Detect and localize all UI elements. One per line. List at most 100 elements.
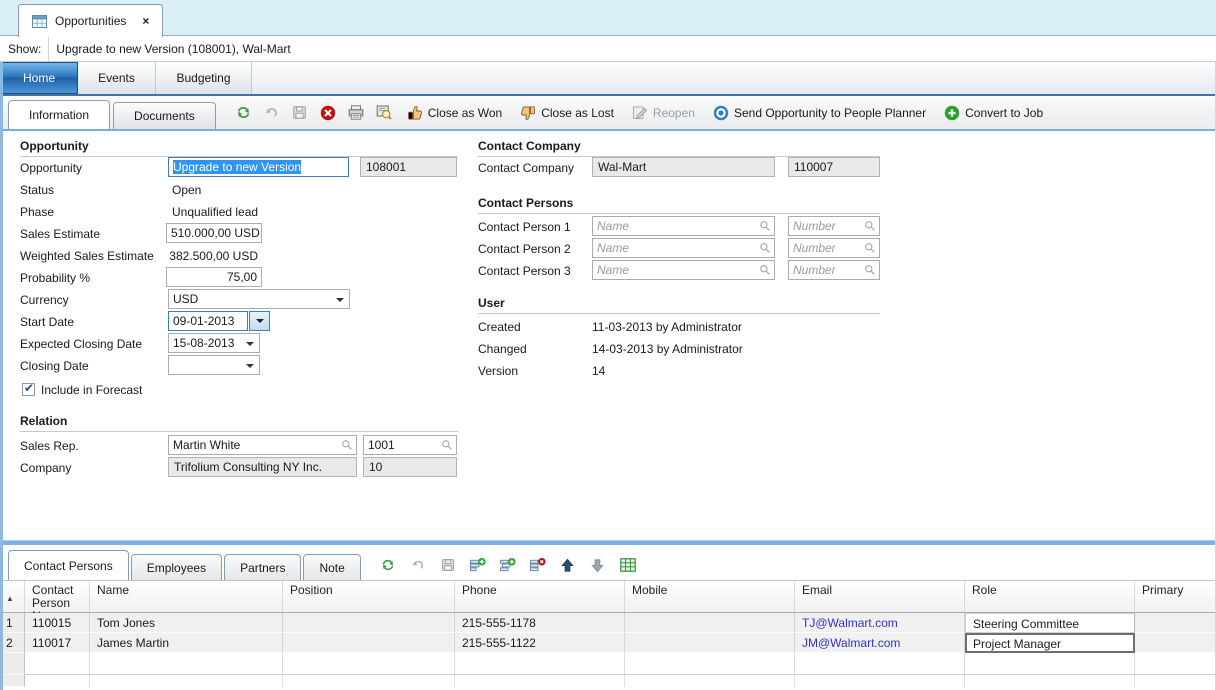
refresh-icon (236, 105, 251, 120)
currency-select[interactable]: USD (168, 289, 350, 309)
column-header-primary[interactable]: Primary (1135, 581, 1216, 612)
contact-person-3-number-field[interactable] (793, 263, 864, 277)
grid-save-button[interactable] (435, 553, 461, 577)
cell-role[interactable] (965, 653, 1135, 675)
insert-row-button[interactable] (495, 553, 521, 577)
table-row[interactable]: 1 110015 Tom Jones 215-555-1178 TJ@Walma… (0, 613, 1216, 633)
contact-person-1-name-field[interactable] (597, 219, 759, 233)
column-header-email[interactable]: Email (795, 581, 965, 612)
table-row-empty[interactable] (0, 653, 1216, 675)
contact-person-2-number-field[interactable] (793, 241, 864, 255)
move-row-up-button[interactable] (555, 553, 581, 577)
document-tab-opportunities[interactable]: Opportunities × (18, 4, 163, 37)
column-header-phone[interactable]: Phone (455, 581, 625, 612)
weighted-sales-estimate-label: Weighted Sales Estimate (20, 246, 154, 266)
opportunity-input[interactable]: Upgrade to new Version (168, 157, 349, 177)
cell-phone[interactable]: 215-555-1122 (455, 633, 625, 653)
cell-primary[interactable] (1135, 653, 1216, 675)
show-selector[interactable]: Upgrade to new Version (108001), Wal-Mar… (48, 37, 1216, 61)
bottom-tab-note[interactable]: Note (303, 554, 360, 580)
column-header-contact-person-no[interactable]: Contact Person No. (25, 581, 90, 612)
cell-email-link[interactable]: TJ@Walmart.com (795, 613, 965, 633)
send-to-people-planner-button[interactable]: Send Opportunity to People Planner (705, 101, 934, 125)
ribbon-tab-home[interactable]: Home (0, 62, 78, 94)
cell-phone[interactable] (455, 653, 625, 675)
table-view-button[interactable] (615, 553, 641, 577)
start-date-dropdown-button[interactable] (249, 311, 270, 331)
view-tab-documents[interactable]: Documents (113, 102, 216, 129)
include-in-forecast-checkbox[interactable] (22, 383, 35, 396)
delete-icon (320, 105, 336, 121)
cell-phone[interactable]: 215-555-1178 (455, 613, 625, 633)
print-preview-button[interactable] (371, 101, 397, 125)
sort-ascending-icon[interactable] (0, 581, 25, 612)
cell-name[interactable]: James Martin (90, 633, 283, 653)
expected-closing-date-input[interactable]: 15-08-2013 (168, 333, 260, 353)
cell-name[interactable]: Tom Jones (90, 613, 283, 633)
close-icon[interactable]: × (142, 14, 149, 28)
start-date-input[interactable]: 09-01-2013 (168, 311, 248, 331)
sales-rep-number-input[interactable]: 1001 (363, 435, 457, 455)
bottom-tab-employees[interactable]: Employees (131, 554, 222, 580)
ribbon-tab-events[interactable]: Events (78, 62, 156, 94)
table-row[interactable]: 2 110017 James Martin 215-555-1122 JM@Wa… (0, 633, 1216, 653)
save-button[interactable] (287, 101, 313, 125)
print-preview-icon (376, 105, 392, 120)
column-header-mobile[interactable]: Mobile (625, 581, 795, 612)
cell-role[interactable]: Steering Committee (965, 613, 1135, 633)
cell-position[interactable] (283, 653, 455, 675)
column-header-position[interactable]: Position (283, 581, 455, 612)
expected-closing-date-label: Expected Closing Date (20, 334, 142, 354)
cell-primary[interactable] (1135, 613, 1216, 633)
sales-estimate-input[interactable]: 510.000,00 USD (166, 223, 262, 243)
created-label: Created (478, 317, 521, 337)
cell-mobile[interactable] (625, 613, 795, 633)
column-header-role[interactable]: Role (965, 581, 1135, 612)
contact-person-3-name-input[interactable] (592, 260, 775, 280)
contact-person-2-name-field[interactable] (597, 241, 759, 255)
cell-email[interactable] (795, 653, 965, 675)
cell-email-link[interactable]: JM@Walmart.com (795, 633, 965, 653)
contact-person-3-number-input[interactable] (788, 260, 880, 280)
view-tab-information[interactable]: Information (8, 100, 110, 129)
bottom-tab-contact-persons[interactable]: Contact Persons (8, 550, 129, 580)
cell-contact-person-no[interactable]: 110017 (25, 633, 90, 653)
refresh-button[interactable] (231, 101, 257, 125)
reopen-button[interactable]: Reopen (624, 101, 703, 125)
convert-to-job-button[interactable]: Convert to Job (936, 101, 1051, 125)
delete-record-button[interactable] (315, 101, 341, 125)
close-as-won-button[interactable]: Close as Won (399, 101, 510, 125)
ribbon-tab-budgeting[interactable]: Budgeting (156, 62, 252, 94)
cell-position[interactable] (283, 613, 455, 633)
cell-mobile[interactable] (625, 653, 795, 675)
search-icon (759, 220, 771, 232)
closing-date-input[interactable] (168, 355, 260, 375)
print-button[interactable] (343, 101, 369, 125)
sales-rep-name-input[interactable]: Martin White (168, 435, 357, 455)
close-as-lost-button[interactable]: Close as Lost (512, 101, 622, 125)
cell-contact-person-no[interactable]: 110015 (25, 613, 90, 633)
contact-person-1-number-input[interactable] (788, 216, 880, 236)
bottom-tab-partners[interactable]: Partners (224, 554, 301, 580)
grid-refresh-button[interactable] (375, 553, 401, 577)
contact-person-1-name-input[interactable] (592, 216, 775, 236)
add-row-button[interactable] (465, 553, 491, 577)
contact-person-2-number-input[interactable] (788, 238, 880, 258)
cell-role-focused[interactable]: Project Manager (965, 633, 1135, 653)
cell-position[interactable] (283, 633, 455, 653)
contact-person-1-number-field[interactable] (793, 219, 864, 233)
cell-contact-person-no[interactable] (25, 653, 90, 675)
probability-input[interactable]: 75,00 (166, 267, 262, 287)
table-grid-icon (620, 558, 636, 572)
undo-button[interactable] (259, 101, 285, 125)
move-row-down-button[interactable] (585, 553, 611, 577)
delete-row-button[interactable] (525, 553, 551, 577)
grid-undo-button[interactable] (405, 553, 431, 577)
close-as-won-label: Close as Won (428, 106, 502, 120)
contact-person-3-name-field[interactable] (597, 263, 759, 277)
contact-person-2-name-input[interactable] (592, 238, 775, 258)
cell-mobile[interactable] (625, 633, 795, 653)
cell-name[interactable] (90, 653, 283, 675)
column-header-name[interactable]: Name (90, 581, 283, 612)
cell-primary[interactable] (1135, 633, 1216, 653)
